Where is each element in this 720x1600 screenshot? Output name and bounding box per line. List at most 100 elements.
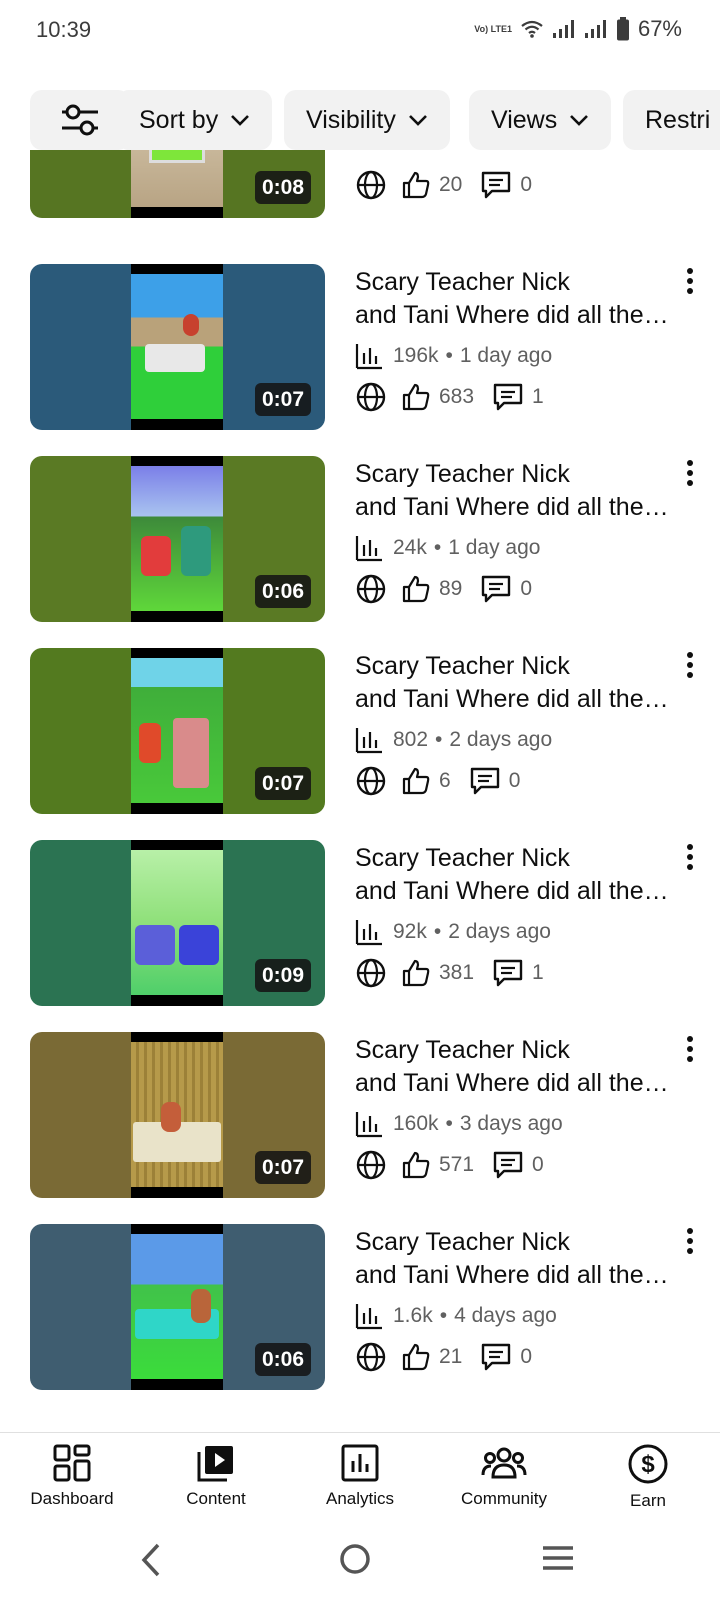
bottom-navigation: Dashboard Content Analytics Community $ …: [0, 1432, 720, 1523]
visibility-chip[interactable]: Visibility: [284, 90, 450, 150]
nav-earn[interactable]: $ Earn: [576, 1443, 720, 1511]
status-icons: Vo) LTE1 67%: [474, 16, 682, 42]
video-item[interactable]: 0:07 Scary Teacher Nick and Tani Where d…: [0, 1032, 720, 1198]
more-options-icon[interactable]: [682, 1034, 698, 1064]
analytics-bars-icon: [355, 728, 382, 754]
upload-age: 1 day ago: [448, 536, 541, 559]
more-options-icon[interactable]: [682, 458, 698, 488]
nav-community[interactable]: Community: [432, 1443, 576, 1509]
comment-count: 0: [532, 1153, 544, 1176]
video-thumbnail[interactable]: 0:07: [30, 1032, 325, 1198]
video-thumbnail[interactable]: 0:06: [30, 1224, 325, 1390]
more-options-icon[interactable]: [682, 842, 698, 872]
status-bar: 10:39 Vo) LTE1 67%: [0, 0, 720, 60]
video-thumbnail[interactable]: 0:09: [30, 840, 325, 1006]
svg-text:$: $: [641, 1451, 655, 1478]
view-count: 92k: [393, 920, 427, 943]
more-options-icon[interactable]: [682, 650, 698, 680]
comment-icon: [493, 1151, 523, 1179]
globe-icon: [356, 766, 386, 796]
like-count: 89: [439, 577, 463, 600]
video-thumbnail[interactable]: 0:07: [30, 264, 325, 430]
thumbs-up-icon: [402, 383, 430, 411]
nav-dashboard[interactable]: Dashboard: [0, 1443, 144, 1509]
nav-content-label: Content: [186, 1489, 246, 1508]
video-title[interactable]: Scary Teacher Nick and Tani Where did al…: [355, 842, 680, 908]
view-count: 160k: [393, 1112, 439, 1135]
upload-age: 2 days ago: [448, 920, 551, 943]
views-chip[interactable]: Views: [469, 90, 612, 150]
comment-count: 1: [532, 385, 544, 408]
video-title[interactable]: Scary Teacher Nick and Tani Where did al…: [355, 266, 680, 332]
video-duration: 0:06: [254, 1343, 311, 1376]
analytics-bars-icon: [355, 1304, 382, 1330]
video-thumbnail[interactable]: 0:08: [30, 150, 325, 218]
like-count: 683: [439, 385, 475, 408]
content-play-icon: [197, 1446, 233, 1482]
video-thumbnail[interactable]: 0:07: [30, 648, 325, 814]
wifi-icon: [521, 20, 543, 38]
comment-count: 1: [532, 961, 544, 984]
back-icon[interactable]: [138, 1542, 164, 1578]
home-icon[interactable]: [338, 1542, 372, 1576]
volte-lte-indicator: Vo) LTE1: [474, 23, 512, 34]
video-duration: 0:07: [254, 767, 311, 800]
video-meta: 89 0: [355, 573, 550, 605]
comment-count: 0: [520, 173, 533, 196]
video-meta: 20 0: [355, 169, 550, 201]
video-item[interactable]: 0:09 Scary Teacher Nick and Tani Where d…: [0, 840, 720, 1006]
comment-count: 0: [520, 577, 533, 600]
nav-analytics-label: Analytics: [325, 1489, 395, 1508]
thumbnail-frame: [131, 840, 223, 1006]
video-item[interactable]: 0:07 Scary Teacher Nick and Tani Where d…: [0, 648, 720, 814]
video-duration: 0:06: [254, 575, 311, 608]
video-title[interactable]: Scary Teacher Nick and Tani Where did al…: [355, 1034, 680, 1100]
video-duration: 0:09: [254, 959, 311, 992]
more-options-icon[interactable]: [682, 266, 698, 296]
dashboard-icon: [53, 1444, 91, 1482]
video-item[interactable]: 0:08 20 0: [0, 150, 720, 218]
video-title[interactable]: Scary Teacher Nick and Tani Where did al…: [355, 458, 680, 524]
thumbs-up-icon: [402, 1343, 430, 1371]
recents-menu-icon[interactable]: [540, 1542, 576, 1574]
view-count: 196k: [393, 344, 439, 367]
analytics-bars-icon: [355, 536, 382, 562]
video-duration: 0:07: [254, 1151, 311, 1184]
thumbs-up-icon: [402, 767, 430, 795]
battery-percent: 67%: [637, 16, 682, 41]
video-item[interactable]: 0:07 Scary Teacher Nick and Tani Where d…: [0, 264, 720, 430]
sort-by-chip[interactable]: Sort by: [117, 90, 273, 150]
video-meta: 381 1: [355, 957, 562, 989]
video-duration: 0:08: [254, 171, 311, 204]
battery-icon: [616, 17, 629, 41]
nav-analytics[interactable]: Analytics: [288, 1443, 432, 1509]
video-title[interactable]: Scary Teacher Nick and Tani Where did al…: [355, 650, 680, 716]
thumbnail-frame: [131, 456, 223, 622]
analytics-bars-icon: [355, 920, 382, 946]
chevron-down-icon: [570, 115, 589, 126]
nav-content[interactable]: Content: [144, 1443, 288, 1509]
video-title[interactable]: Scary Teacher Nick and Tani Where did al…: [355, 1226, 680, 1292]
video-item[interactable]: 0:06 Scary Teacher Nick and Tani Where d…: [0, 456, 720, 622]
like-count: 21: [439, 1345, 463, 1368]
video-stats: 24k • 1 day ago: [355, 533, 540, 563]
filter-chip-bar: Sort by Visibility Views Restri: [0, 90, 720, 150]
video-duration: 0:07: [254, 383, 311, 416]
upload-age: 4 days ago: [454, 1304, 557, 1327]
comment-icon: [482, 1343, 511, 1371]
sliders-icon: [62, 104, 98, 136]
more-options-icon[interactable]: [682, 1226, 698, 1256]
video-item[interactable]: 0:06 Scary Teacher Nick and Tani Where d…: [0, 1224, 720, 1390]
restrictions-chip[interactable]: Restri: [623, 90, 720, 150]
like-count: 20: [439, 173, 463, 196]
thumbnail-frame: [131, 150, 223, 218]
globe-icon: [356, 382, 386, 412]
analytics-icon: [341, 1444, 379, 1482]
upload-age: 1 day ago: [459, 344, 553, 367]
comment-icon: [493, 959, 523, 987]
analytics-bars-icon: [355, 1112, 382, 1138]
view-count: 24k: [393, 536, 427, 559]
video-thumbnail[interactable]: 0:06: [30, 456, 325, 622]
chevron-down-icon: [408, 115, 427, 126]
filter-settings-button[interactable]: [30, 90, 130, 150]
